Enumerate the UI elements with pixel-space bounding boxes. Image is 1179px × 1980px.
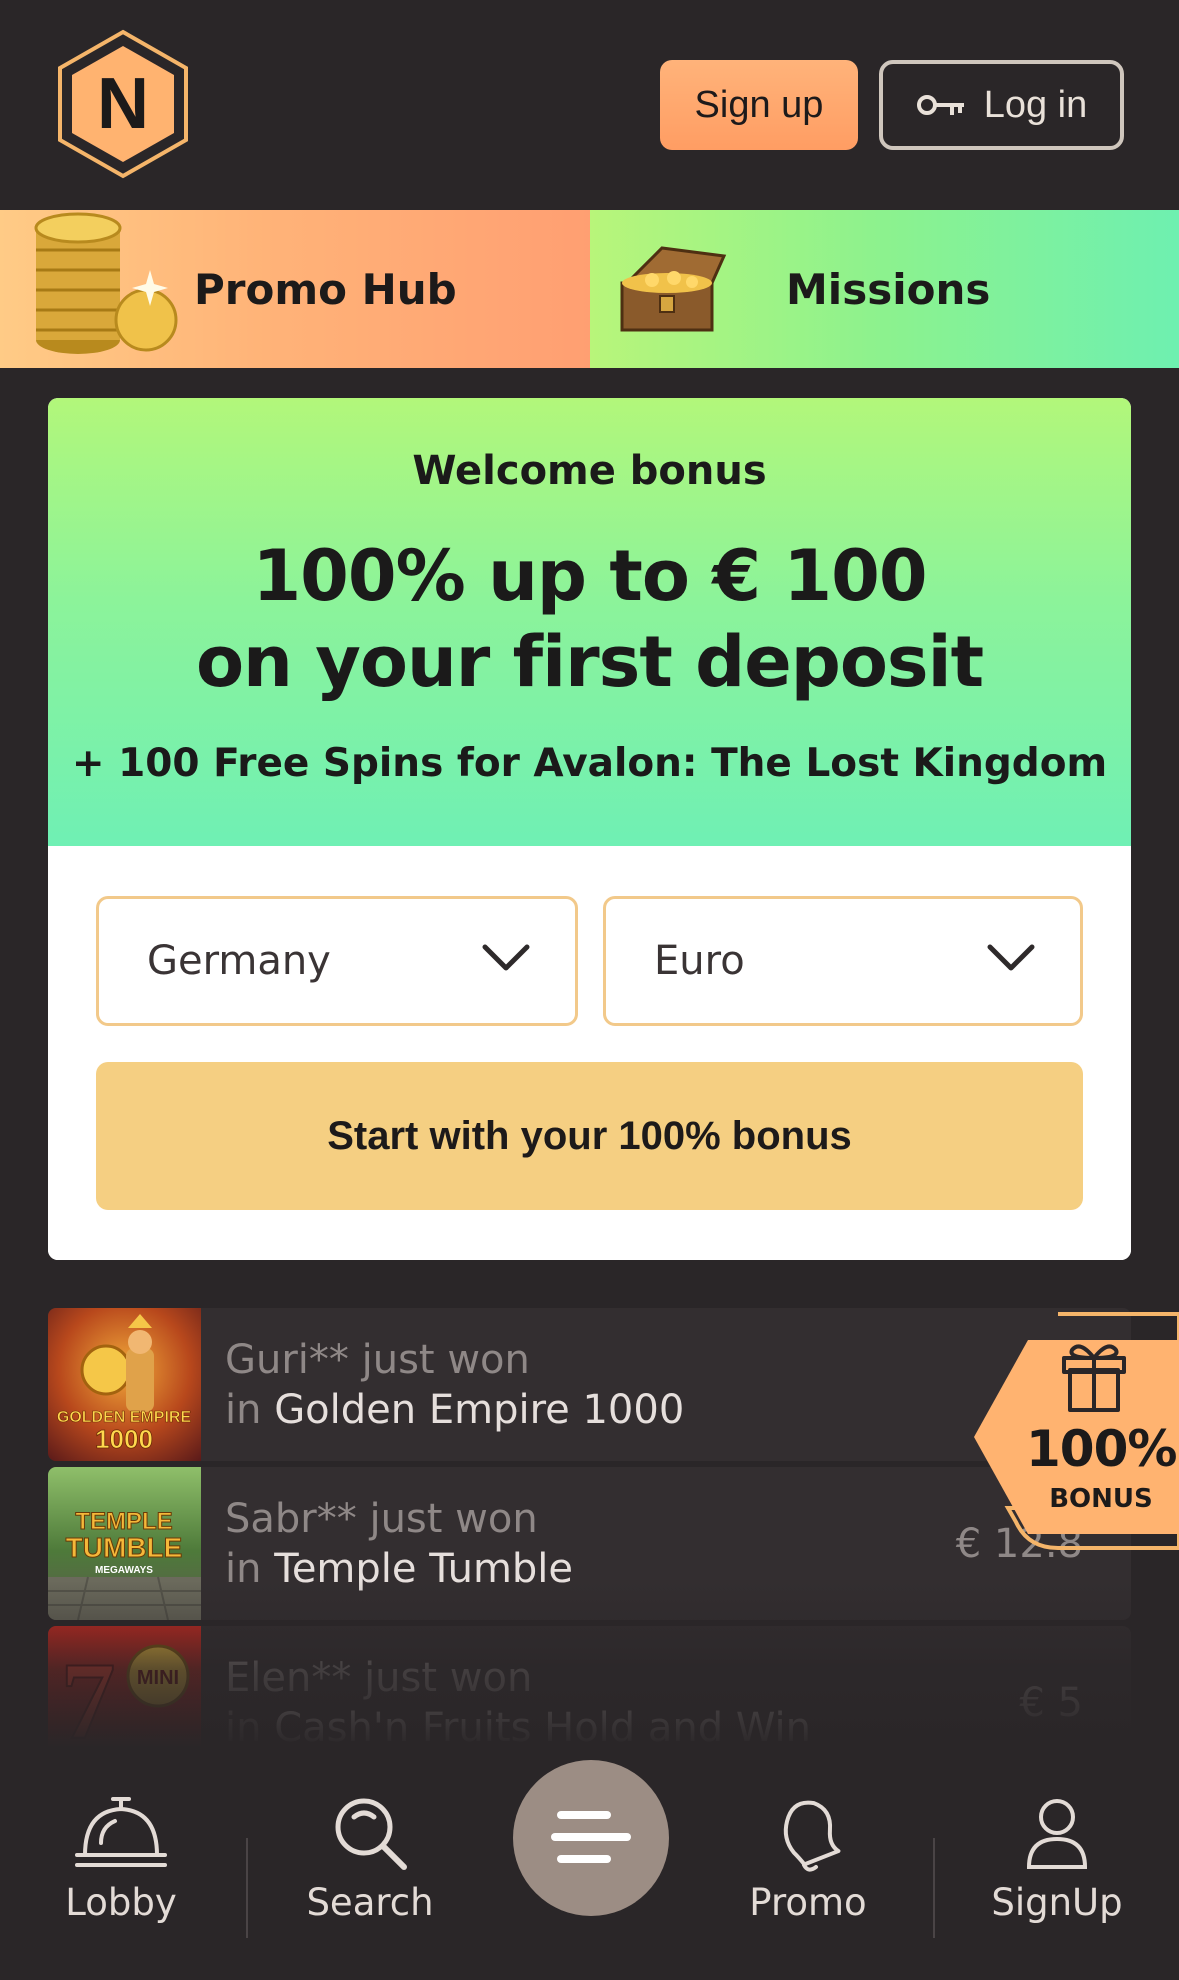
- nav-signup[interactable]: SignUp: [957, 1793, 1157, 1924]
- country-select[interactable]: Germany: [96, 896, 578, 1026]
- golden-empire-art: GOLDEN EMPIRE 1000: [57, 1314, 192, 1454]
- svg-text:1000: 1000: [95, 1424, 153, 1454]
- currency-value: Euro: [654, 938, 745, 984]
- win-game-line: in Cash'n Fruits Hold and Win: [225, 1703, 811, 1749]
- svg-text:MEGAWAYS: MEGAWAYS: [95, 1565, 153, 1576]
- win-prefix: in: [225, 1545, 275, 1592]
- win-row[interactable]: 7 MINI Elen** just won in Cash'n Fruits …: [48, 1626, 1131, 1748]
- win-text: Sabr** just won in Temple Tumble: [225, 1494, 573, 1594]
- key-icon: [916, 95, 964, 115]
- cash-n-fruits-art: 7 MINI: [60, 1639, 190, 1748]
- win-player: Guri** just won: [225, 1336, 530, 1383]
- nav-promo-label: Promo: [749, 1881, 867, 1924]
- nav-divider: [246, 1838, 248, 1938]
- win-game-line: in Golden Empire 1000: [225, 1385, 684, 1435]
- service-bell-icon: [75, 1797, 167, 1867]
- bell-icon: [783, 1800, 841, 1872]
- win-game-line: in Temple Tumble: [225, 1544, 573, 1594]
- bonus-headline-line2: on your first deposit: [195, 621, 984, 703]
- win-player: Elen** just won: [225, 1654, 533, 1701]
- nav-divider: [933, 1838, 935, 1938]
- logo-icon[interactable]: N: [52, 28, 194, 180]
- svg-text:MINI: MINI: [137, 1667, 179, 1689]
- game-thumbnail: 7 MINI: [48, 1626, 201, 1748]
- signup-button[interactable]: Sign up: [660, 60, 858, 150]
- bonus-badge-percent: 100%: [1026, 1420, 1177, 1478]
- coins-icon: [34, 212, 178, 354]
- promo-bar: Promo Hub Missions: [0, 210, 1179, 368]
- header: N Sign up Log in: [0, 0, 1179, 210]
- bonus-badge-label: BONUS: [1049, 1484, 1153, 1514]
- svg-text:TUMBLE: TUMBLE: [66, 1532, 183, 1563]
- start-bonus-button[interactable]: Start with your 100% bonus: [96, 1062, 1083, 1210]
- missions-tile[interactable]: Missions: [590, 210, 1179, 368]
- temple-tumble-art: TEMPLE TUMBLE MEGAWAYS: [48, 1508, 201, 1620]
- nav-signup-label: SignUp: [991, 1881, 1123, 1924]
- chevron-down-icon: [482, 944, 530, 971]
- country-value: Germany: [147, 938, 331, 984]
- nav-search[interactable]: Search: [270, 1793, 470, 1924]
- welcome-bonus-card: Welcome bonus 100% up to € 100 on your f…: [48, 398, 1131, 1260]
- chevron-down-icon: [987, 944, 1035, 971]
- game-thumbnail: TEMPLE TUMBLE MEGAWAYS: [48, 1467, 201, 1620]
- promo-hub-tile[interactable]: Promo Hub: [0, 210, 590, 368]
- svg-text:N: N: [97, 64, 149, 144]
- win-game: Golden Empire 1000: [274, 1386, 685, 1433]
- svg-text:7: 7: [61, 1640, 116, 1748]
- win-text: Guri** just won in Golden Empire 1000: [225, 1335, 684, 1435]
- menu-icon: [551, 1811, 631, 1863]
- bonus-badge[interactable]: 100% BONUS: [968, 1312, 1179, 1558]
- treasure-chest-icon: [620, 246, 727, 332]
- bonus-headline: 100% up to € 100 on your first deposit: [48, 533, 1131, 705]
- nav-lobby-label: Lobby: [65, 1881, 177, 1924]
- bonus-eyebrow: Welcome bonus: [412, 448, 767, 494]
- bonus-form: Germany Euro Start with your 100% bonus: [48, 846, 1131, 1260]
- missions-label: Missions: [786, 264, 991, 314]
- win-prefix: in: [225, 1704, 275, 1749]
- svg-text:TEMPLE: TEMPLE: [75, 1508, 172, 1535]
- search-icon: [335, 1798, 407, 1870]
- win-prefix: in: [225, 1386, 275, 1433]
- win-amount: € 5: [1019, 1679, 1083, 1726]
- game-thumbnail: GOLDEN EMPIRE 1000: [48, 1308, 201, 1461]
- currency-select[interactable]: Euro: [603, 896, 1083, 1026]
- menu-button[interactable]: [513, 1760, 669, 1916]
- login-button[interactable]: Log in: [879, 60, 1124, 150]
- bonus-headline-line1: 100% up to € 100: [252, 535, 927, 617]
- promo-hub-label: Promo Hub: [194, 264, 457, 314]
- win-player: Sabr** just won: [225, 1495, 538, 1542]
- nav-lobby[interactable]: Lobby: [21, 1793, 221, 1924]
- win-text: Elen** just won in Cash'n Fruits Hold an…: [225, 1653, 811, 1749]
- user-icon: [1026, 1799, 1088, 1869]
- nav-search-label: Search: [306, 1881, 434, 1924]
- login-label: Log in: [983, 83, 1088, 126]
- nav-promo[interactable]: Promo: [708, 1793, 908, 1924]
- bonus-banner: Welcome bonus 100% up to € 100 on your f…: [48, 398, 1131, 846]
- win-game: Temple Tumble: [274, 1545, 574, 1592]
- win-game: Cash'n Fruits Hold and Win: [274, 1704, 812, 1749]
- bonus-subline: + 100 Free Spins for Avalon: The Lost Ki…: [71, 741, 1108, 786]
